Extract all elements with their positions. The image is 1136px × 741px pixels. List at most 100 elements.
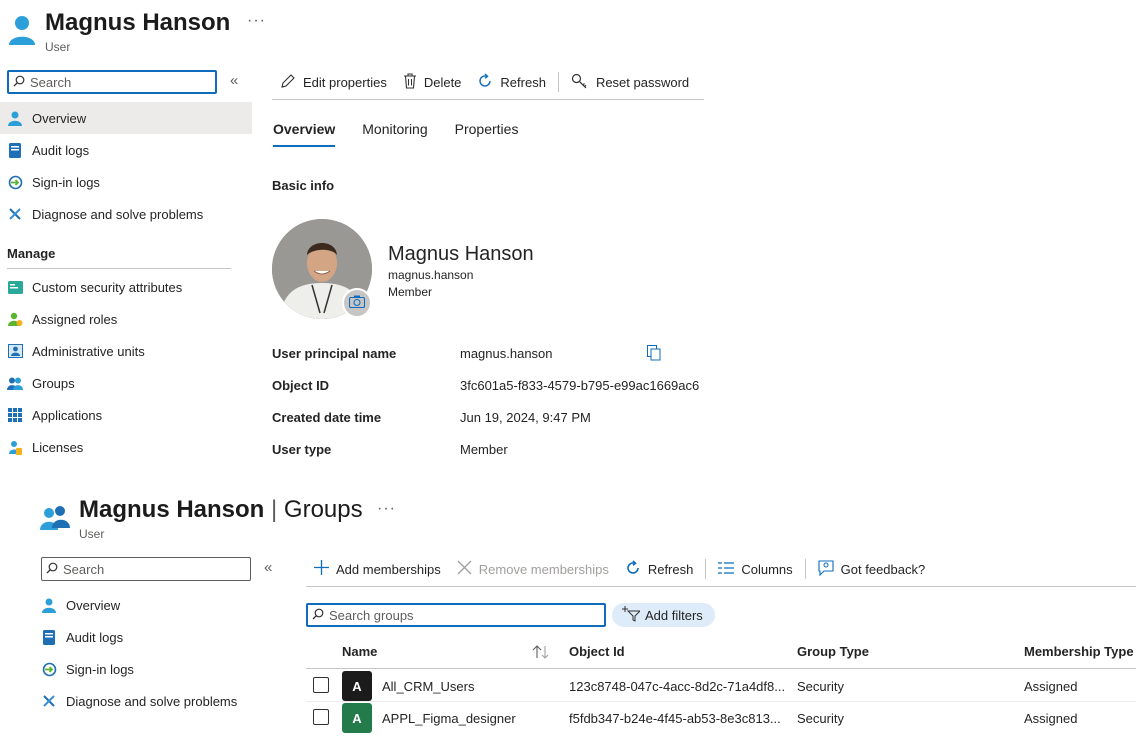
- reset-password-button[interactable]: Reset password: [563, 73, 697, 92]
- groups-refresh-button[interactable]: Refresh: [617, 559, 702, 579]
- delete-button[interactable]: Delete: [395, 72, 470, 92]
- change-photo-button[interactable]: [342, 288, 372, 318]
- command-bar-divider: [272, 99, 704, 100]
- edit-properties-label: Edit properties: [303, 74, 387, 90]
- delete-label: Delete: [423, 74, 462, 90]
- prop-label-upn: User principal name: [272, 346, 397, 361]
- sidebar-search-input[interactable]: [7, 70, 217, 94]
- group-avatar: A: [342, 703, 372, 733]
- membership-type: Assigned: [1024, 711, 1078, 726]
- profile-upn: magnus.hanson: [388, 268, 474, 282]
- groups-sidebar-item-audit-logs[interactable]: Audit logs: [34, 621, 274, 653]
- remove-memberships-button[interactable]: Remove memberships: [449, 560, 617, 578]
- groups-sidebar-item-sign-in-logs[interactable]: Sign-in logs: [34, 653, 274, 685]
- page-subtitle: User: [45, 40, 71, 54]
- groups-title-name: Magnus Hanson: [79, 496, 265, 523]
- column-header-group-type[interactable]: Group Type: [797, 644, 869, 659]
- licenses-icon: [7, 439, 23, 455]
- prop-label-created: Created date time: [272, 410, 382, 425]
- sidebar-item-applications[interactable]: Applications: [0, 399, 252, 431]
- admin-units-icon: [7, 343, 23, 359]
- sidebar-item-audit-logs[interactable]: Audit logs: [0, 134, 252, 166]
- sidebar-item-assigned-roles[interactable]: Assigned roles: [0, 303, 252, 335]
- tab-bar: Overview Monitoring Properties: [273, 121, 518, 147]
- sidebar-item-groups[interactable]: Groups: [0, 367, 252, 399]
- search-groups-field[interactable]: [329, 607, 592, 623]
- sidebar-item-label: Overview: [32, 110, 87, 126]
- close-icon: [457, 560, 472, 578]
- group-name-link[interactable]: All_CRM_Users: [382, 679, 474, 694]
- feedback-button[interactable]: Got feedback?: [810, 559, 934, 579]
- column-header-object-id[interactable]: Object Id: [569, 644, 625, 659]
- key-icon: [571, 73, 589, 92]
- sidebar-item-sign-in-logs[interactable]: Sign-in logs: [0, 166, 252, 198]
- groups-blade-icon: [40, 505, 70, 533]
- groups-sidebar-item-overview[interactable]: Overview: [34, 589, 274, 621]
- page-title: Magnus Hanson: [45, 9, 231, 36]
- sidebar-item-label: Custom security attributes: [32, 279, 183, 295]
- audit-log-icon: [41, 629, 57, 645]
- tab-overview[interactable]: Overview: [273, 121, 336, 147]
- sidebar-item-administrative-units[interactable]: Administrative units: [0, 335, 252, 367]
- sidebar-item-label: Assigned roles: [32, 311, 118, 327]
- sort-icon[interactable]: [532, 645, 550, 662]
- sidebar-item-overview[interactable]: Overview: [0, 102, 252, 134]
- sidebar-item-licenses[interactable]: Licenses: [0, 431, 252, 463]
- basic-info-heading: Basic info: [272, 178, 335, 193]
- sidebar-item-label: Sign-in logs: [66, 661, 134, 677]
- edit-properties-button[interactable]: Edit properties: [272, 73, 395, 92]
- columns-icon: [718, 561, 735, 577]
- groups-more-options-button[interactable]: ···: [377, 500, 396, 518]
- group-type: Security: [797, 679, 844, 694]
- tab-monitoring[interactable]: Monitoring: [362, 121, 427, 147]
- prop-value-user-type: Member: [460, 442, 508, 457]
- sidebar-nav: Overview Audit logs Sign-in logs Diagnos…: [0, 102, 252, 230]
- search-groups-input[interactable]: [306, 603, 606, 627]
- refresh-button[interactable]: Refresh: [469, 72, 554, 92]
- groups-sidebar-nav: Overview Audit logs Sign-in logs Diagnos…: [34, 589, 274, 717]
- add-filters-button[interactable]: Add filters: [612, 603, 715, 627]
- add-memberships-button[interactable]: Add memberships: [306, 560, 449, 578]
- sign-in-icon: [41, 661, 57, 677]
- group-name-link[interactable]: APPL_Figma_designer: [382, 711, 516, 726]
- camera-icon: [348, 295, 366, 311]
- groups-command-bar-divider: [306, 586, 1136, 587]
- sidebar-search-field[interactable]: [30, 74, 212, 90]
- collapse-sidebar-button[interactable]: «: [230, 72, 238, 89]
- sidebar-item-label: Groups: [32, 375, 75, 391]
- groups-page-subtitle: User: [79, 527, 105, 541]
- profile-display-name: Magnus Hanson: [388, 243, 534, 265]
- copy-button[interactable]: [647, 345, 661, 364]
- sidebar-item-label: Audit logs: [32, 142, 90, 158]
- search-icon: [46, 562, 58, 577]
- groups-collapse-sidebar-button[interactable]: «: [264, 559, 272, 576]
- filter-add-icon: [622, 605, 642, 625]
- add-filters-label: Add filters: [645, 607, 703, 623]
- prop-label-object-id: Object ID: [272, 378, 330, 393]
- feedback-icon: [818, 559, 834, 579]
- user-blade-icon: [8, 14, 36, 49]
- toolbar-separator: [804, 559, 806, 579]
- sidebar-item-diagnose[interactable]: Diagnose and solve problems: [0, 198, 252, 230]
- row-checkbox[interactable]: [313, 709, 329, 725]
- columns-button[interactable]: Columns: [710, 562, 800, 577]
- divider: [7, 268, 231, 269]
- more-options-button[interactable]: ···: [247, 12, 266, 30]
- wrench-icon: [41, 693, 57, 709]
- tab-properties[interactable]: Properties: [455, 121, 519, 147]
- prop-value-created: Jun 19, 2024, 9:47 PM: [460, 410, 591, 425]
- sidebar-item-label: Administrative units: [32, 343, 145, 359]
- column-header-membership-type[interactable]: Membership Type: [1024, 644, 1134, 659]
- groups-sidebar-search-input[interactable]: [41, 557, 251, 581]
- sidebar-item-label: Diagnose and solve problems: [66, 693, 238, 709]
- copy-icon: [647, 345, 661, 364]
- row-checkbox[interactable]: [313, 677, 329, 693]
- manage-nav: Custom security attributes Assigned role…: [0, 271, 252, 463]
- prop-label-user-type: User type: [272, 442, 332, 457]
- groups-sidebar-item-diagnose[interactable]: Diagnose and solve problems: [34, 685, 274, 717]
- remove-memberships-label: Remove memberships: [478, 561, 609, 577]
- column-header-name[interactable]: Name: [342, 644, 377, 659]
- groups-sidebar-search-field[interactable]: [63, 561, 247, 577]
- sidebar-item-label: Diagnose and solve problems: [32, 206, 204, 222]
- sidebar-item-custom-security-attributes[interactable]: Custom security attributes: [0, 271, 252, 303]
